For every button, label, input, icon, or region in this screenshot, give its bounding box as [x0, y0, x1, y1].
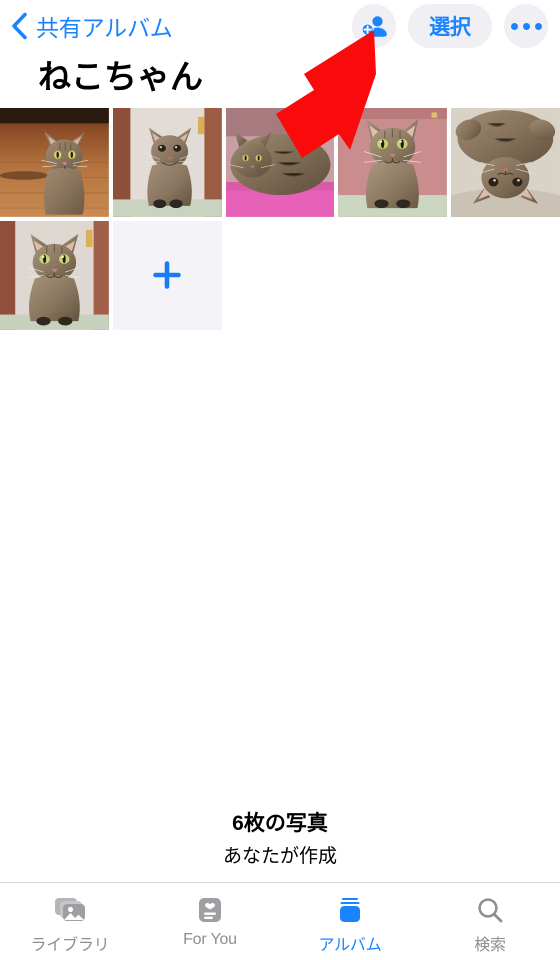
tab-library[interactable]: ライブラリ: [0, 893, 140, 955]
photo-thumbnail-2[interactable]: [112, 107, 222, 217]
photo-thumbnail-4[interactable]: [338, 107, 448, 217]
navbar-actions: 選択: [352, 4, 548, 48]
cat-lying-on-pink-bed: [225, 107, 335, 217]
person-add-icon: [361, 15, 387, 37]
more-options-button[interactable]: [504, 4, 548, 48]
ellipsis-icon: [510, 22, 542, 30]
navigation-bar: 共有アルバム 選択: [0, 0, 560, 52]
album-footer-meta: 6枚の写真 あなたが作成: [0, 807, 560, 868]
album-creator-label: あなたが作成: [222, 846, 337, 867]
back-button-label: 共有アルバム: [36, 15, 173, 41]
tab-library-label: ライブラリ: [30, 937, 110, 954]
cat-sitting-portrait: [0, 220, 109, 330]
magnifier-icon: [474, 893, 506, 927]
photo-grid: [0, 107, 560, 330]
tab-albums[interactable]: アルバム: [280, 893, 420, 955]
tab-for-you-label: For You: [183, 931, 237, 948]
photo-count-label: 6枚の写真: [232, 812, 328, 835]
back-button[interactable]: 共有アルバム: [10, 9, 173, 43]
photo-stack-icon: [53, 893, 87, 927]
select-button[interactable]: 選択: [408, 4, 492, 48]
tab-albums-label: アルバム: [318, 937, 382, 954]
chevron-left-icon: [12, 12, 27, 40]
tab-bar: ライブラリ For You アルバム 検索: [0, 882, 560, 960]
albums-icon: [334, 893, 366, 927]
photo-thumbnail-1[interactable]: [0, 107, 109, 217]
tab-for-you[interactable]: For You: [140, 893, 280, 949]
album-title: ねこちゃん: [38, 58, 203, 95]
photo-thumbnail-5[interactable]: [451, 107, 560, 217]
heart-card-icon: [195, 893, 225, 927]
add-people-button[interactable]: [352, 4, 396, 48]
cat-upside-down: [451, 107, 560, 217]
photo-thumbnail-3[interactable]: [225, 107, 335, 217]
tab-search-label: 検索: [474, 937, 506, 954]
cat-looking-up: [112, 107, 222, 217]
cat-sitting-on-wood-floor: [0, 107, 109, 217]
cat-facing-camera: [338, 107, 448, 217]
plus-icon: [113, 221, 222, 330]
add-photo-tile[interactable]: [112, 220, 222, 330]
photo-thumbnail-6[interactable]: [0, 220, 109, 330]
select-button-label: 選択: [429, 16, 471, 39]
tab-search[interactable]: 検索: [420, 893, 560, 955]
